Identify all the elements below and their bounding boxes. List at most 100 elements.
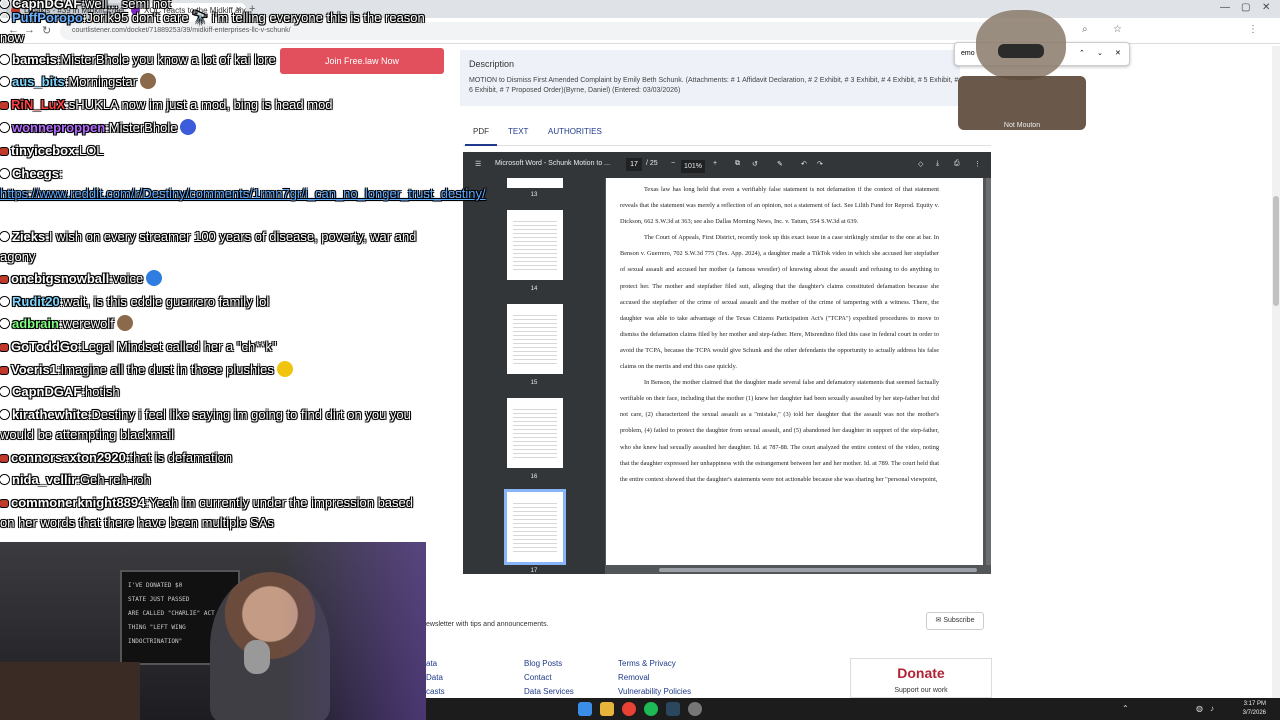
page-thumbnail[interactable]	[507, 398, 563, 468]
pdf-total-pages: / 25	[646, 160, 658, 167]
chat-text: Geh-reh-roh	[79, 472, 151, 487]
start-icon[interactable]	[578, 702, 592, 716]
twitch-badge-icon	[0, 123, 9, 132]
zoom-out-icon[interactable]: −	[671, 160, 675, 167]
pdf-vertical-scrollbar[interactable]	[986, 178, 991, 565]
page-scrollbar[interactable]	[1272, 46, 1280, 698]
footer-link-data-services[interactable]: Data Services	[524, 687, 574, 696]
donate-box[interactable]: Donate Support our work	[850, 658, 992, 698]
close-window-icon[interactable]: ✕	[1262, 2, 1270, 13]
network-icon[interactable]: ◍	[1196, 704, 1203, 713]
chat-message: Rudit20:wait, is this eddie guerrero fam…	[0, 292, 269, 312]
print-icon[interactable]: ⎙	[954, 160, 960, 168]
chat-username: Rudit20	[12, 294, 60, 309]
footer-link-removal[interactable]: Removal	[618, 673, 650, 682]
highlight-icon[interactable]: ◇	[918, 160, 923, 168]
page-thumbnail[interactable]	[507, 210, 563, 280]
rotate-icon[interactable]: ↺	[752, 160, 758, 168]
youtube-badge-icon	[0, 500, 8, 507]
spotify-icon[interactable]	[644, 702, 658, 716]
stream-chat-overlay: CapnDGAF:well... semi not PuffPoropo:Jori…	[0, 0, 486, 540]
twitch-badge-icon	[0, 387, 9, 396]
clock-date: 3/7/2026	[1242, 710, 1266, 716]
chat-message: connorsaxton2920:that is defamation	[0, 448, 232, 468]
menu-icon[interactable]: ⋮	[1248, 24, 1258, 35]
chat-emote-icon	[116, 315, 133, 331]
page-thumbnail[interactable]	[507, 304, 563, 374]
twitch-badge-icon	[0, 410, 9, 419]
youtube-badge-icon	[0, 276, 8, 283]
tab-pdf[interactable]: PDF	[465, 127, 497, 146]
chat-username: Voeris1	[11, 362, 58, 377]
pdf-thumbnail-panel: 13 14 15 16 17	[463, 178, 605, 574]
twitch-badge-icon	[0, 0, 9, 8]
volume-icon[interactable]: ♪	[1210, 704, 1214, 713]
subscribe-button[interactable]: ✉ Subscribe	[926, 612, 984, 630]
pdf-paragraph: Texas law has long held that even a veri…	[620, 186, 939, 226]
pdf-horizontal-scrollbar[interactable]	[659, 568, 977, 572]
footer-link[interactable]: casts	[426, 687, 445, 696]
pdf-page-input[interactable]: 17	[626, 158, 642, 171]
obs-icon[interactable]	[688, 702, 702, 716]
twitch-badge-icon	[0, 77, 9, 86]
chat-message: Zieks:I wish on every streamer 100 years…	[0, 229, 417, 264]
chat-username: onebigsnowball	[11, 271, 110, 286]
pdf-zoom-value[interactable]: 101%	[681, 160, 705, 173]
chat-username: nida_vellir	[12, 472, 77, 487]
donate-subtitle: Support our work	[894, 687, 948, 694]
chat-text: Morningstar	[68, 74, 138, 89]
file-explorer-icon[interactable]	[600, 702, 614, 716]
letter-board-line: I'VE DONATED $0	[128, 582, 183, 589]
zoom-in-icon[interactable]: +	[713, 160, 717, 167]
page-thumbnail-selected[interactable]	[504, 489, 566, 565]
chat-emote-icon	[146, 270, 163, 286]
annotate-icon[interactable]: ✎	[777, 160, 783, 168]
more-options-icon[interactable]: ⋮	[974, 160, 981, 168]
chat-message: nida_vellir:Geh-reh-roh	[0, 470, 151, 490]
youtube-badge-icon	[0, 148, 8, 155]
chat-text: sHUKLA now im just a mod, bing is head m…	[68, 97, 333, 112]
taskbar-clock[interactable]: 3:17 PM 3/7/2026	[1243, 700, 1266, 718]
maximize-icon[interactable]: ▢	[1241, 2, 1250, 13]
tray-chevron-icon[interactable]: ⌃	[1122, 704, 1129, 713]
chat-message: https://www.reddit.com/r/Destiny/comment…	[0, 184, 486, 204]
twitch-badge-icon	[0, 475, 9, 484]
chat-text: that is defamation	[129, 450, 233, 465]
footer-link[interactable]: Data	[426, 673, 443, 682]
chat-message: onebigsnowball:voice	[0, 269, 163, 289]
chat-username: commonerknight8894	[11, 495, 146, 510]
redo-icon[interactable]: ↷	[817, 160, 823, 168]
youtube-badge-icon	[0, 367, 8, 374]
footer-link[interactable]: ata	[426, 659, 437, 668]
youtube-badge-icon	[0, 344, 8, 351]
chat-message: tinyicebox:LOL	[0, 141, 104, 161]
chat-text: Imagine all the dust in those plushies	[60, 362, 274, 377]
chat-message: PuffPoropo:Jorik95 don't care 🔭 i'm tell…	[0, 10, 425, 45]
steam-icon[interactable]	[666, 702, 680, 716]
footer-link-contact[interactable]: Contact	[524, 673, 552, 682]
chrome-icon[interactable]	[622, 702, 636, 716]
bookmark-star-icon[interactable]: ☆	[1113, 24, 1122, 35]
letter-board-line: INDOCTRINATION"	[128, 638, 183, 645]
fit-page-icon[interactable]: ⧉	[735, 160, 740, 168]
undo-icon[interactable]: ↶	[801, 160, 807, 168]
chat-message: GoToddGo:Legal Mindset called her a "ch*…	[0, 337, 276, 357]
footer-link-blog-posts[interactable]: Blog Posts	[524, 659, 562, 668]
minimize-icon[interactable]: —	[1220, 2, 1230, 13]
find-next-icon[interactable]: ⌄	[1097, 49, 1103, 57]
chat-message: adbrain:werewolf	[0, 314, 133, 334]
find-close-icon[interactable]: ✕	[1115, 49, 1121, 57]
download-icon[interactable]: ⤓	[936, 160, 939, 168]
footer-link-terms[interactable]: Terms & Privacy	[618, 659, 676, 668]
chat-username: wonneproppen	[12, 120, 106, 135]
chat-username: aus_bits	[12, 74, 65, 89]
footer-link-vulnerability[interactable]: Vulnerability Policies	[618, 687, 691, 696]
chat-username: RiN_LuX	[11, 97, 66, 112]
pdf-sidebar-menu-icon[interactable]: ☰	[475, 160, 481, 168]
chat-text: MisterBhole	[108, 120, 178, 135]
chat-link[interactable]: https://www.reddit.com/r/Destiny/comment…	[0, 186, 486, 201]
tab-authorities[interactable]: AUTHORITIES	[548, 127, 602, 136]
letter-board-line: THING "LEFT WING	[128, 624, 186, 631]
page-thumbnail[interactable]	[507, 178, 563, 188]
tab-text[interactable]: TEXT	[508, 127, 528, 136]
